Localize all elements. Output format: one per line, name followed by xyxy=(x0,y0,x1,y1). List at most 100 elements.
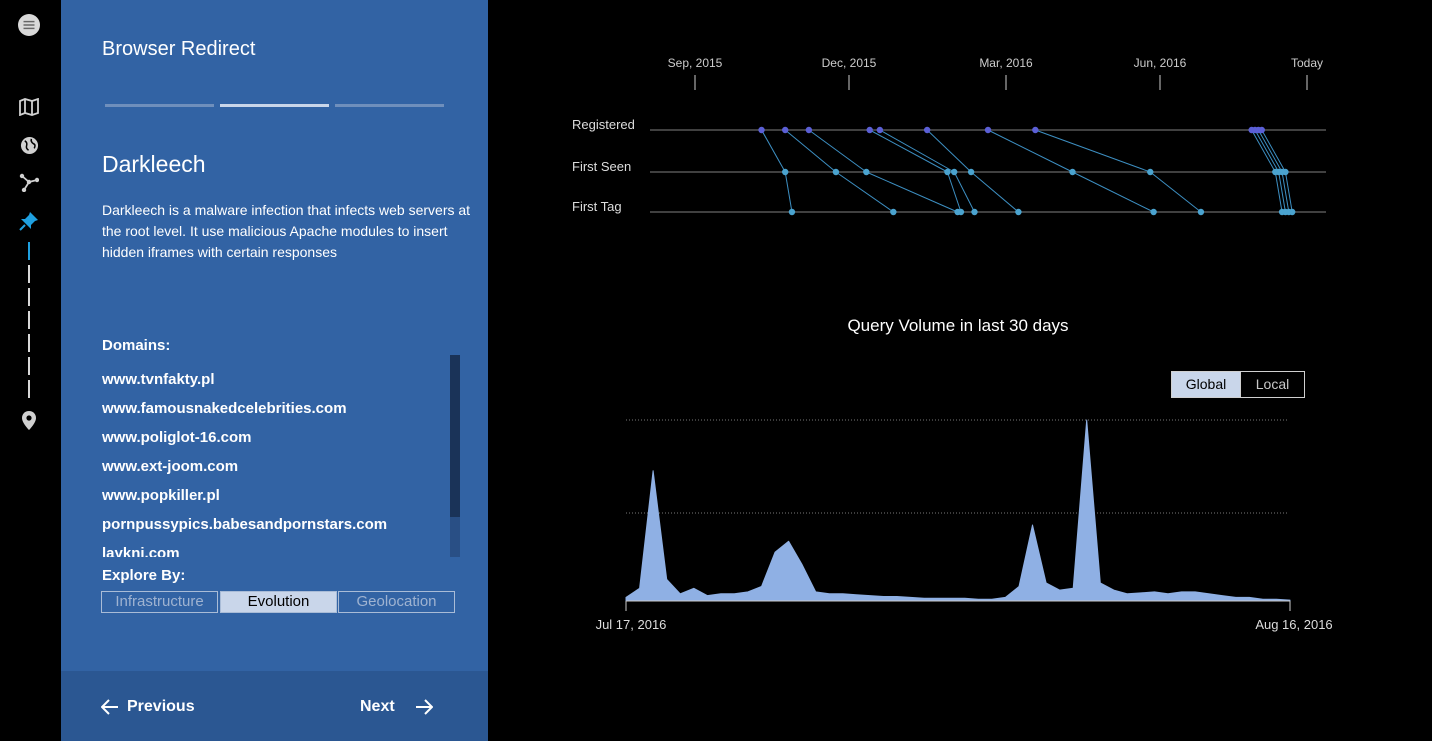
registered-dot[interactable] xyxy=(805,126,813,134)
registered-dot[interactable] xyxy=(984,126,992,134)
timeline-link xyxy=(784,129,837,173)
timeline-row-label: Registered xyxy=(572,117,635,132)
first-seen-dot[interactable] xyxy=(951,168,958,176)
domains-label: Domains: xyxy=(102,337,171,354)
panel-title: Browser Redirect xyxy=(102,38,256,60)
first-seen-dot[interactable] xyxy=(1282,168,1289,176)
first-seen-dot[interactable] xyxy=(967,168,975,176)
first-tag-dot[interactable] xyxy=(1150,208,1157,216)
timeline-link xyxy=(1149,171,1202,213)
menu-icon[interactable] xyxy=(18,14,40,36)
previous-label: Previous xyxy=(127,698,195,715)
timeline-link xyxy=(761,129,786,173)
next-button[interactable]: Next xyxy=(360,698,433,716)
volume-chart: Jul 17, 2016 Aug 16, 2016 xyxy=(596,419,1333,632)
timeline-tick-label: Today xyxy=(1291,56,1323,70)
registered-dot[interactable] xyxy=(923,126,931,134)
volume-area xyxy=(625,419,1291,602)
registered-dot[interactable] xyxy=(758,126,765,134)
volume-chart-title: Query Volume in last 30 days xyxy=(847,316,1069,335)
timeline-tick-label: Sep, 2015 xyxy=(668,56,723,70)
timeline-link xyxy=(1278,171,1286,213)
panel-footer: Previous Next xyxy=(61,671,488,741)
domain-list-scrollbar[interactable] xyxy=(450,355,460,557)
first-tag-dot[interactable] xyxy=(1197,208,1205,216)
timeline-link xyxy=(1251,129,1276,173)
timeline-link xyxy=(1284,171,1293,213)
progress-step xyxy=(28,311,30,329)
icon-rail xyxy=(0,0,61,741)
story-step-2[interactable] xyxy=(220,104,329,107)
progress-step xyxy=(28,265,30,283)
first-tag-dot[interactable] xyxy=(1289,208,1296,216)
domain-item[interactable]: pornpussypics.babesandpornstars.com xyxy=(102,510,457,539)
previous-button[interactable]: Previous xyxy=(101,698,195,716)
timeline-link xyxy=(987,129,1073,173)
timeline-tick-label: Dec, 2015 xyxy=(822,56,877,70)
first-seen-dot[interactable] xyxy=(1147,168,1154,176)
timeline-link xyxy=(879,129,955,173)
timeline-link xyxy=(926,129,972,173)
progress-step xyxy=(28,380,30,398)
timeline-link xyxy=(869,129,948,173)
first-tag-dot[interactable] xyxy=(1015,208,1022,216)
map-icon[interactable] xyxy=(18,96,40,118)
story-step-3[interactable] xyxy=(335,104,444,107)
first-seen-dot[interactable] xyxy=(832,168,840,176)
network-icon[interactable] xyxy=(18,171,40,193)
registered-dot[interactable] xyxy=(866,126,873,134)
timeline-link xyxy=(1274,171,1283,213)
timeline-link xyxy=(1261,129,1286,173)
timeline-link xyxy=(946,171,962,213)
domain-item[interactable]: www.popkiller.pl xyxy=(102,481,457,510)
domain-item[interactable]: laykni.com xyxy=(102,539,457,557)
topic-title: Darkleech xyxy=(102,151,206,177)
registered-dot[interactable] xyxy=(1258,126,1265,134)
domain-item[interactable]: www.poliglot-16.com xyxy=(102,423,457,452)
timeline-link xyxy=(1072,171,1154,213)
explore-evolution-button[interactable]: Evolution xyxy=(220,591,337,613)
story-panel: Browser Redirect Darkleech Darkleech is … xyxy=(61,0,488,741)
first-seen-dot[interactable] xyxy=(782,168,789,176)
globe-icon[interactable] xyxy=(18,134,40,156)
first-seen-dot[interactable] xyxy=(944,168,951,176)
scrollbar-thumb[interactable] xyxy=(450,355,460,517)
explore-label: Explore By: xyxy=(102,567,186,584)
arrow-left-icon xyxy=(101,699,118,715)
timeline-link xyxy=(1257,129,1283,173)
arrow-right-icon xyxy=(415,699,433,715)
timeline-link xyxy=(970,171,1019,213)
registered-dot[interactable] xyxy=(1032,126,1039,134)
scope-local-button[interactable]: Local xyxy=(1240,372,1304,397)
timeline-tick-label: Jun, 2016 xyxy=(1134,56,1187,70)
timeline-link xyxy=(808,129,867,173)
first-seen-dot[interactable] xyxy=(1069,168,1076,176)
timeline-link xyxy=(784,171,793,213)
location-icon[interactable] xyxy=(18,409,40,431)
domain-item[interactable]: www.ext-joom.com xyxy=(102,452,457,481)
progress-step xyxy=(28,288,30,306)
story-step-1[interactable] xyxy=(105,104,214,107)
first-tag-dot[interactable] xyxy=(890,208,897,216)
first-tag-dot[interactable] xyxy=(957,208,965,216)
progress-step-active xyxy=(28,242,30,260)
explore-infrastructure-button[interactable]: Infrastructure xyxy=(101,591,218,613)
domain-list: www.tvnfakty.pl www.famousnakedcelebriti… xyxy=(102,365,457,557)
timeline-chart: Sep, 2015 Dec, 2015 Mar, 2016 Jun, 2016 Toda… xyxy=(572,56,1326,216)
next-label: Next xyxy=(360,698,395,715)
domain-item[interactable]: www.tvnfakty.pl xyxy=(102,365,457,394)
domain-item[interactable]: www.famousnakedcelebrities.com xyxy=(102,394,457,423)
registered-dot[interactable] xyxy=(876,126,884,134)
x-axis-end-label: Aug 16, 2016 xyxy=(1255,617,1332,632)
scope-global-button[interactable]: Global xyxy=(1172,372,1240,397)
explore-geolocation-button[interactable]: Geolocation xyxy=(338,591,455,613)
first-tag-dot[interactable] xyxy=(971,208,978,216)
timeline-link xyxy=(866,171,958,213)
registered-dot[interactable] xyxy=(782,126,789,134)
pin-icon[interactable] xyxy=(18,210,40,232)
scope-toggle: Global Local xyxy=(1171,371,1305,398)
timeline-tick-label: Mar, 2016 xyxy=(979,56,1033,70)
topic-description: Darkleech is a malware infection that in… xyxy=(102,202,471,260)
first-seen-dot[interactable] xyxy=(863,168,870,176)
first-tag-dot[interactable] xyxy=(788,208,796,216)
